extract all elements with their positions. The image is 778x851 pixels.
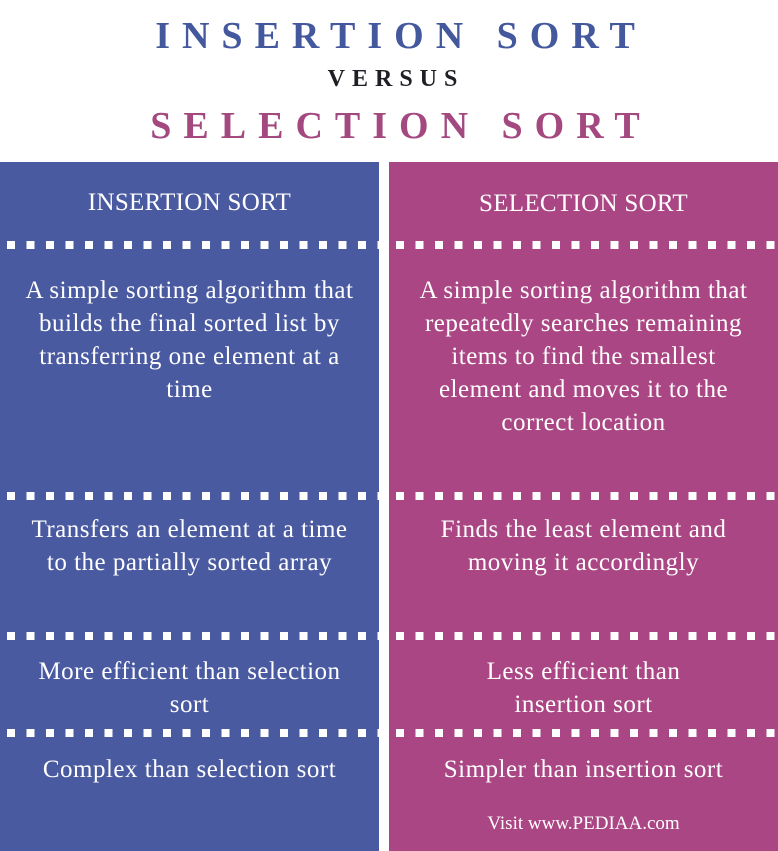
selection-sort-column: SELECTION SORT A simple sorting algorith… (389, 162, 778, 851)
dotted-separator (7, 492, 379, 500)
dotted-separator (7, 241, 379, 249)
definition-cell: A simple sorting algorithm that repeated… (419, 277, 748, 436)
insertion-sort-column: INSERTION SORT A simple sorting algorith… (0, 162, 379, 851)
dotted-separator (396, 241, 778, 249)
column-heading: INSERTION SORT (87, 189, 292, 216)
source-footer: Visit www.PEDIAA.com (487, 813, 680, 834)
title-selection-sort: SELECTION SORT (150, 105, 652, 147)
title-insertion-sort: INSERTION SORT (155, 15, 647, 57)
complexity-cell: Simpler than insertion sort (443, 756, 724, 783)
dotted-separator (396, 492, 778, 500)
dotted-separator (7, 632, 379, 640)
column-heading: SELECTION SORT (479, 190, 688, 217)
dotted-separator (7, 729, 379, 737)
title-versus: VERSUS (327, 66, 465, 92)
dotted-separator (396, 632, 778, 640)
process-cell: Transfers an element at a time to the pa… (31, 516, 348, 576)
efficiency-cell: Less efficient than insertion sort (486, 658, 681, 718)
definition-cell: A simple sorting algorithm that builds t… (25, 277, 354, 403)
complexity-cell: Complex than selection sort (42, 756, 337, 783)
process-cell: Finds the least element and moving it ac… (440, 516, 727, 576)
efficiency-cell: More efficient than selection sort (38, 658, 341, 718)
dotted-separator (396, 729, 778, 737)
